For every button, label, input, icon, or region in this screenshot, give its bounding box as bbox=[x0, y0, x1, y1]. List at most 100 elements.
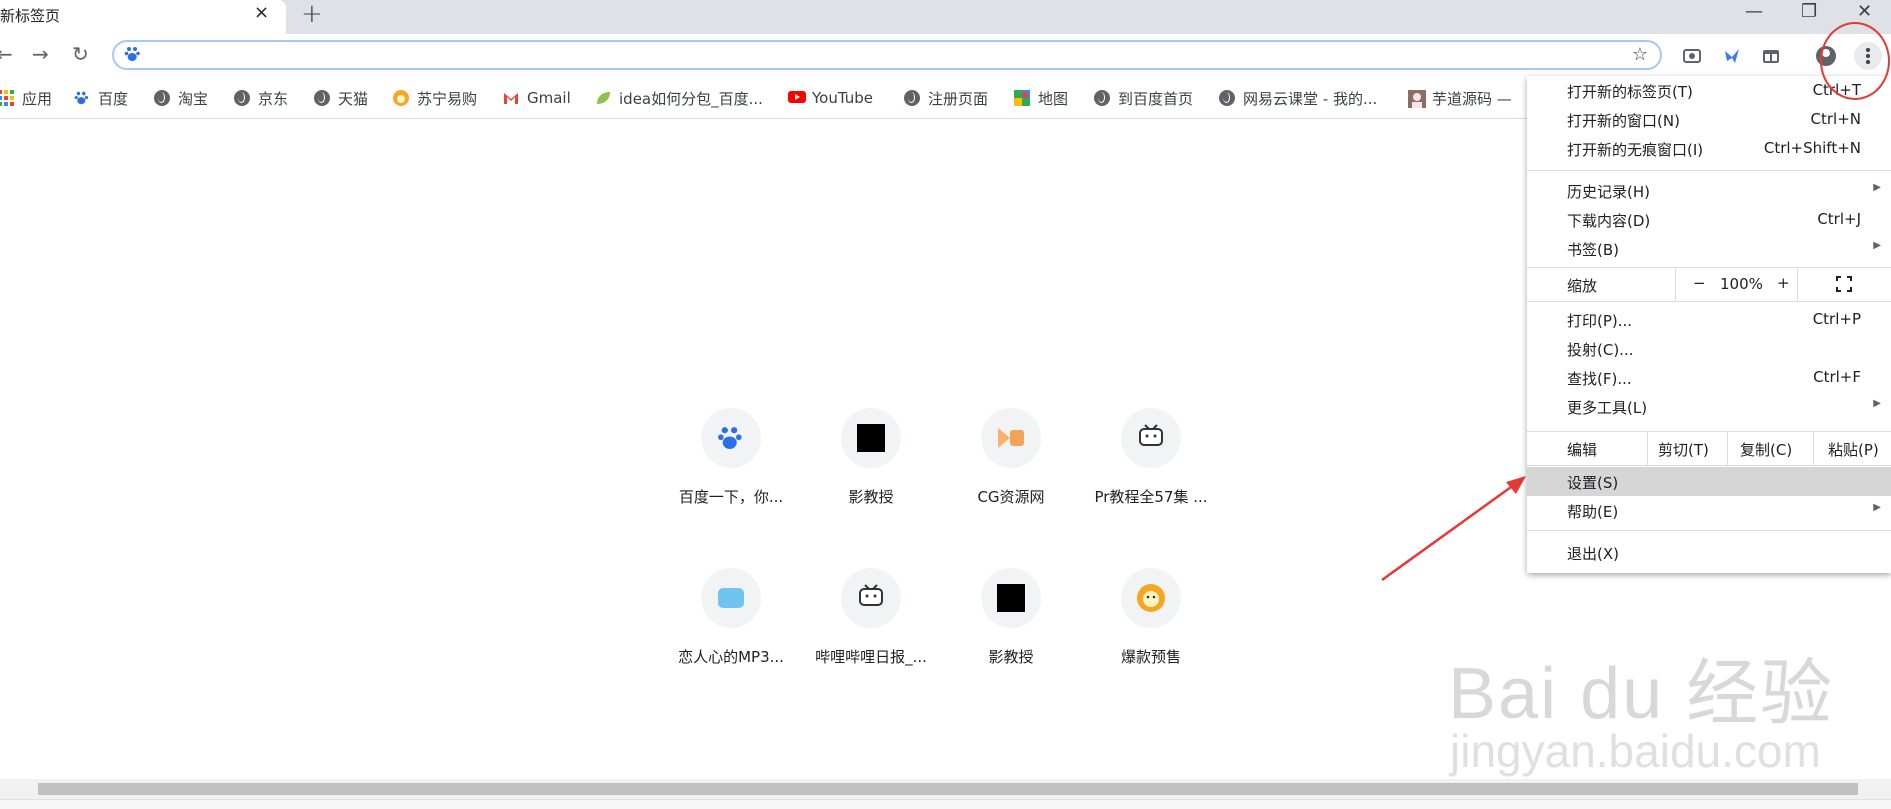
tab-new-tab[interactable]: 新标签页 × bbox=[0, 0, 286, 34]
menu-item-find[interactable]: 查找(F)... Ctrl+F bbox=[1527, 363, 1891, 392]
watermark-url: jingyan.baidu.com bbox=[1450, 725, 1821, 777]
menu-label: 查找(F)... bbox=[1567, 370, 1632, 388]
globe-icon bbox=[904, 90, 920, 106]
menu-item-cast[interactable]: 投射(C)... bbox=[1527, 334, 1891, 363]
bookmark-label: 苏宁易购 bbox=[417, 89, 478, 108]
bookmark-label: 京东 bbox=[258, 89, 289, 108]
menu-item-settings[interactable]: 设置(S) bbox=[1527, 467, 1891, 496]
menu-item-print[interactable]: 打印(P)... Ctrl+P bbox=[1527, 305, 1891, 334]
address-bar[interactable]: ☆ bbox=[112, 40, 1662, 70]
shortcut-tile[interactable]: 爆款预售 bbox=[1081, 568, 1221, 667]
bookmark-youtube[interactable]: YouTube bbox=[788, 87, 873, 109]
shortcut-label: 爆款预售 bbox=[1120, 648, 1181, 666]
close-window-button[interactable]: ✕ bbox=[1857, 1, 1872, 22]
menu-shortcut: Ctrl+P bbox=[1812, 310, 1861, 328]
forward-button[interactable]: → bbox=[32, 42, 49, 66]
scrollbar-thumb[interactable] bbox=[38, 783, 1858, 795]
bookmark-register[interactable]: 注册页面 bbox=[904, 87, 988, 109]
bookmark-label: 地图 bbox=[1038, 89, 1069, 108]
menu-item-help[interactable]: 帮助(E) ▶ bbox=[1527, 496, 1891, 525]
bookmark-baidu-home[interactable]: 到百度首页 bbox=[1094, 87, 1193, 109]
shortcut-tile[interactable]: 恋人心的MP3... bbox=[661, 568, 801, 667]
bookmark-label: YouTube bbox=[812, 89, 873, 107]
reload-button[interactable]: ↻ bbox=[72, 42, 89, 66]
menu-shortcut: Ctrl+J bbox=[1817, 210, 1861, 228]
menu-divider bbox=[1527, 530, 1891, 531]
bilibili-tv-icon bbox=[1121, 408, 1181, 468]
globe-icon bbox=[154, 90, 170, 106]
chrome-main-menu: 打开新的标签页(T) Ctrl+T 打开新的窗口(N) Ctrl+N 打开新的无… bbox=[1527, 76, 1891, 573]
menu-item-bookmarks[interactable]: 书签(B) ▶ bbox=[1527, 234, 1891, 263]
bookmark-yudao[interactable]: 芋道源码 — bbox=[1408, 87, 1512, 109]
apps-grid-icon bbox=[0, 90, 14, 106]
bookmark-label: 百度 bbox=[98, 89, 129, 108]
bookmark-tmall[interactable]: 天猫 bbox=[314, 87, 368, 109]
shortcut-label: 哔哩哔哩日报_... bbox=[815, 648, 927, 666]
leaf-icon bbox=[595, 90, 611, 106]
horizontal-scrollbar[interactable] bbox=[0, 779, 1891, 799]
menu-item-more-tools[interactable]: 更多工具(L) ▶ bbox=[1527, 392, 1891, 421]
menu-divider bbox=[1527, 465, 1891, 466]
globe-icon bbox=[234, 90, 250, 106]
bookmark-taobao[interactable]: 淘宝 bbox=[154, 87, 208, 109]
tab-manager-extension-icon[interactable] bbox=[1762, 47, 1780, 65]
restore-button[interactable]: ❐ bbox=[1801, 1, 1817, 22]
shortcut-tile[interactable]: 百度一下，你... bbox=[661, 408, 801, 507]
bookmark-baidu[interactable]: 百度 bbox=[74, 87, 128, 109]
bookmark-apps[interactable]: 应用 bbox=[0, 87, 52, 109]
new-tab-button[interactable]: + bbox=[301, 0, 323, 29]
shortcut-tile[interactable]: 影教授 bbox=[941, 568, 1081, 667]
menu-label: 设置(S) bbox=[1567, 474, 1619, 492]
shortcut-tile[interactable]: 哔哩哔哩日报_... bbox=[801, 568, 941, 667]
bookmark-label: 应用 bbox=[22, 89, 53, 108]
copy-label: 复制(C) bbox=[1740, 441, 1793, 459]
tab-title: 新标签页 bbox=[0, 7, 61, 25]
menu-label: 更多工具(L) bbox=[1567, 399, 1648, 417]
bookmark-label: Gmail bbox=[527, 89, 571, 107]
menu-label: 打开新的标签页(T) bbox=[1567, 83, 1693, 101]
back-button[interactable]: ← bbox=[0, 42, 13, 66]
yingjiaoshou-icon bbox=[981, 568, 1041, 628]
bookmark-label: 芋道源码 — bbox=[1432, 89, 1512, 108]
bird-extension-icon[interactable] bbox=[1723, 47, 1741, 65]
minimize-button[interactable]: — bbox=[1745, 1, 1763, 22]
bookmark-netease[interactable]: 网易云课堂 - 我的... bbox=[1219, 87, 1377, 109]
menu-label: 书签(B) bbox=[1567, 241, 1619, 259]
bookmark-jd[interactable]: 京东 bbox=[234, 87, 288, 109]
bookmark-idea[interactable]: idea如何分包_百度... bbox=[595, 87, 763, 109]
fullscreen-button[interactable] bbox=[1797, 267, 1891, 301]
screenshot-extension-icon[interactable] bbox=[1683, 47, 1701, 65]
menu-item-downloads[interactable]: 下载内容(D) Ctrl+J bbox=[1527, 205, 1891, 234]
shortcut-tile[interactable]: 影教授 bbox=[801, 408, 941, 507]
shortcut-tile[interactable]: Pr教程全57集 ... bbox=[1081, 408, 1221, 507]
bookmark-label: 网易云课堂 - 我的... bbox=[1243, 89, 1378, 108]
bookmark-star-icon[interactable]: ☆ bbox=[1632, 44, 1648, 65]
menu-edit-row: 编辑 剪切(T) 复制(C) 粘贴(P) bbox=[1527, 431, 1891, 465]
submenu-arrow-icon: ▶ bbox=[1873, 502, 1881, 513]
cut-button[interactable]: 剪切(T) bbox=[1647, 431, 1728, 465]
submenu-arrow-icon: ▶ bbox=[1873, 182, 1881, 193]
mp3-icon bbox=[701, 568, 761, 628]
menu-label: 投射(C)... bbox=[1567, 341, 1634, 359]
menu-label: 打开新的无痕窗口(I) bbox=[1567, 141, 1704, 159]
menu-item-new-window[interactable]: 打开新的窗口(N) Ctrl+N bbox=[1527, 105, 1891, 134]
tab-close-icon[interactable]: × bbox=[254, 2, 269, 23]
globe-icon bbox=[314, 90, 330, 106]
bookmark-suning[interactable]: 苏宁易购 bbox=[393, 87, 477, 109]
menu-divider bbox=[1527, 170, 1891, 171]
bookmark-label: idea如何分包_百度... bbox=[619, 89, 763, 108]
copy-button[interactable]: 复制(C) bbox=[1727, 431, 1814, 465]
menu-item-incognito[interactable]: 打开新的无痕窗口(I) Ctrl+Shift+N bbox=[1527, 134, 1891, 163]
menu-item-history[interactable]: 历史记录(H) ▶ bbox=[1527, 176, 1891, 205]
menu-item-exit[interactable]: 退出(X) bbox=[1527, 538, 1891, 567]
bookmark-gmail[interactable]: Gmail bbox=[503, 87, 571, 109]
bookmark-label: 到百度首页 bbox=[1118, 89, 1194, 108]
shortcut-label: 百度一下，你... bbox=[678, 488, 784, 506]
bookmark-maps[interactable]: 地图 bbox=[1014, 87, 1068, 109]
suning-lion-icon bbox=[1121, 568, 1181, 628]
baidu-paw-icon bbox=[701, 408, 761, 468]
zoom-in-button[interactable]: + bbox=[1777, 274, 1790, 292]
zoom-minus-label: − bbox=[1693, 274, 1706, 292]
paste-button[interactable]: 粘贴(P) bbox=[1813, 431, 1891, 465]
shortcut-tile[interactable]: CG资源网 bbox=[941, 408, 1081, 507]
